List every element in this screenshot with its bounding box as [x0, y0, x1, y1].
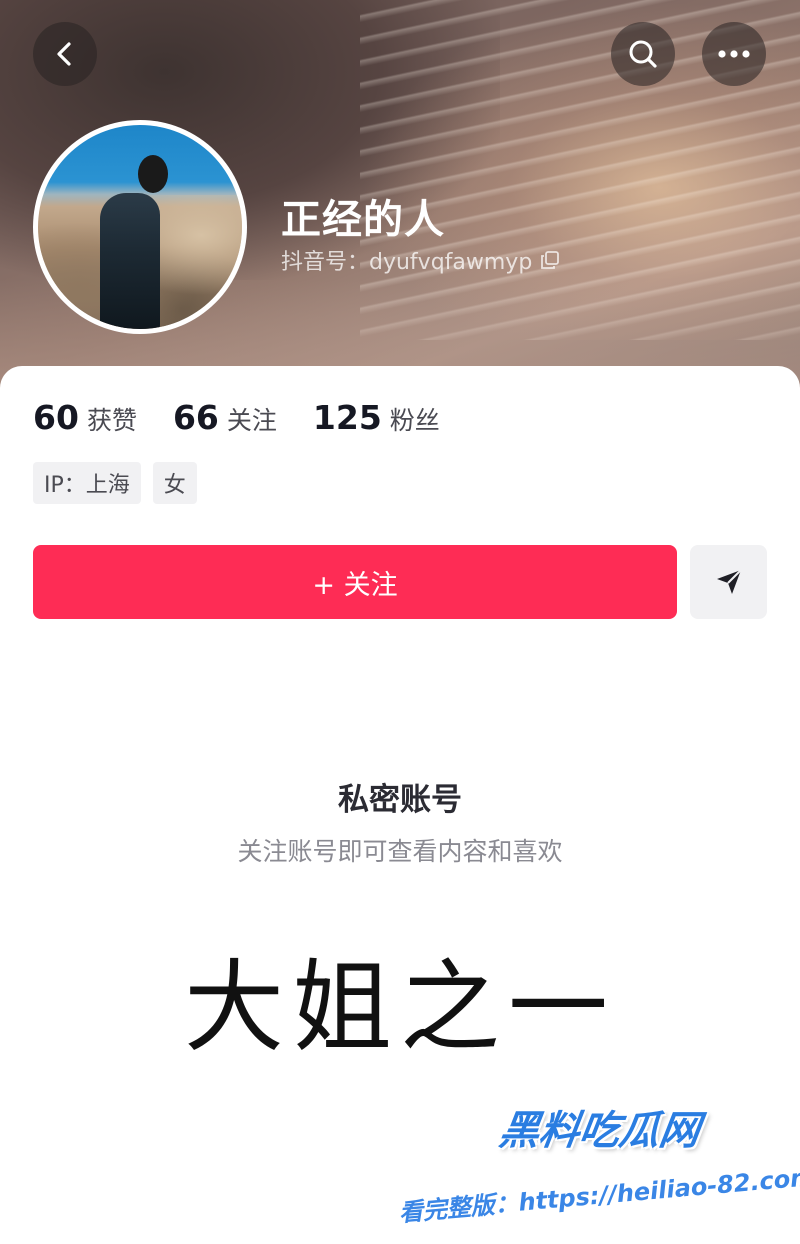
stat-value: 60	[33, 398, 79, 437]
copy-icon[interactable]	[540, 250, 560, 270]
gender-tag: 女	[152, 462, 197, 504]
stat-value: 66	[172, 398, 219, 437]
private-account-description: 关注账号即可查看内容和喜欢	[237, 837, 563, 866]
more-button[interactable]	[702, 22, 766, 86]
watermark-logo: 黑料吃瓜网	[496, 1108, 703, 1154]
search-icon	[629, 40, 657, 68]
stat-value: 125	[312, 398, 382, 437]
douyin-id[interactable]: 抖音号：dyufvqfawmyp	[281, 244, 560, 276]
stat-followers[interactable]: 125 粉丝	[313, 398, 440, 437]
douyin-id-text: 抖音号：dyufvqfawmyp	[281, 250, 533, 275]
avatar-image	[38, 125, 242, 329]
private-account-title: 私密账号	[338, 782, 462, 818]
stat-following[interactable]: 66 关注	[173, 398, 277, 437]
follow-button-label: + 关注	[312, 569, 398, 601]
back-button[interactable]	[33, 22, 97, 86]
stat-label: 获赞	[86, 406, 137, 435]
stat-label: 关注	[226, 406, 277, 435]
overlay-caption: 大姐之一	[184, 949, 616, 1066]
stats-row: 60 获赞 66 关注 125 粉丝	[33, 398, 440, 437]
chevron-left-icon	[57, 42, 71, 66]
avatar-figure	[100, 193, 160, 329]
more-horizontal-icon	[718, 50, 750, 58]
send-icon	[716, 569, 742, 594]
stat-label: 粉丝	[389, 406, 440, 435]
avatar[interactable]	[33, 120, 247, 334]
ip-location-tag: IP：上海	[33, 462, 141, 504]
profile-name: 正经的人	[281, 197, 445, 243]
profile-tags: IP：上海 女	[33, 462, 197, 504]
search-button[interactable]	[611, 22, 675, 86]
stat-likes[interactable]: 60 获赞	[33, 398, 137, 437]
avatar-figure-head	[138, 155, 168, 193]
message-button[interactable]	[690, 545, 767, 619]
follow-button[interactable]: + 关注	[33, 545, 677, 619]
